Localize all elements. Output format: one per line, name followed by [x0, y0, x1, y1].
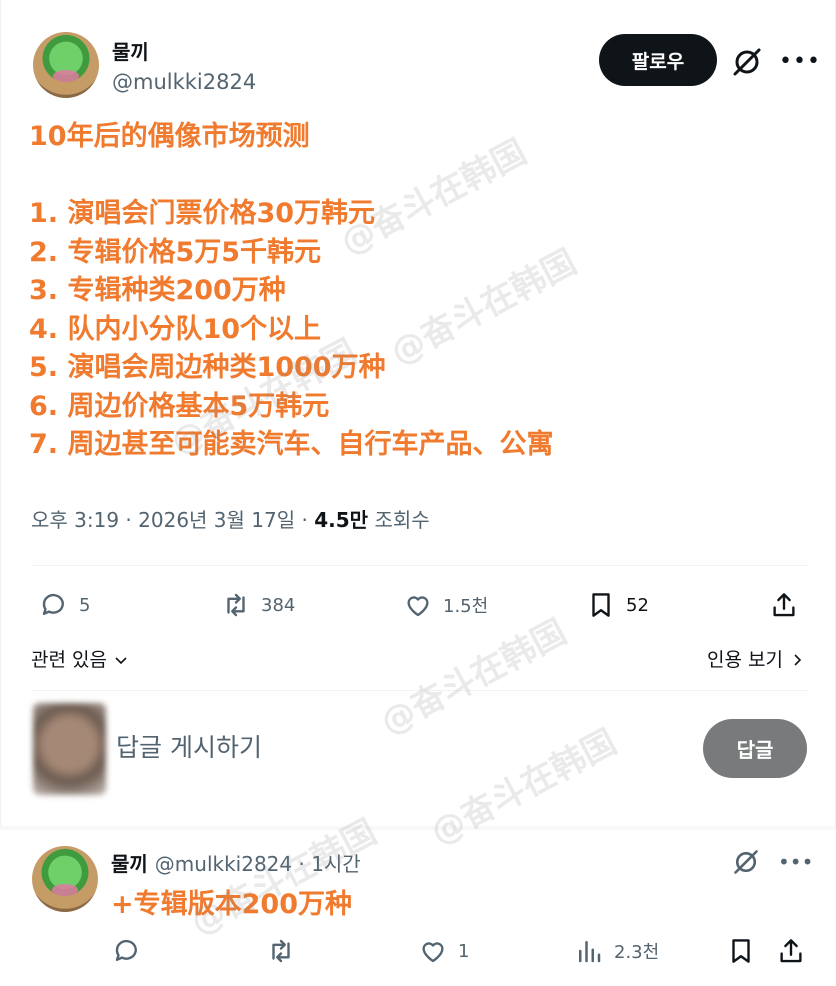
- like-icon: [422, 942, 444, 963]
- reply-button[interactable]: 답글: [703, 719, 807, 778]
- divider: [31, 565, 809, 566]
- author-name[interactable]: 물끼: [112, 36, 149, 65]
- author-avatar[interactable]: [32, 846, 98, 912]
- like-icon: [407, 596, 429, 617]
- bookmark-count: 52: [626, 594, 649, 616]
- thread-share-action[interactable]: [776, 936, 806, 966]
- post-meta: 오후 3:19 · 2026년 3월 17일 · 4.5만 조회수: [31, 508, 430, 532]
- thread-reply-action[interactable]: [112, 936, 142, 966]
- thread-views-action[interactable]: 2.3천: [574, 936, 659, 966]
- post-item: 5. 演唱会周边种类1000万种: [29, 352, 386, 383]
- post-item: 7. 周边甚至可能卖汽车、自行车产品、公寓: [29, 429, 554, 460]
- repost-action[interactable]: 384: [221, 590, 295, 620]
- post-title: 10年后的偶像市场预测: [29, 121, 310, 152]
- chevron-right-icon: [794, 654, 802, 666]
- views-count: 4.5만: [314, 508, 369, 532]
- share-action[interactable]: [769, 590, 799, 620]
- thread-views-count: 2.3천: [614, 942, 660, 963]
- post-text: 10年后的偶像市场预测 1. 演唱会门票价格30万韩元 2. 专辑价格5万5千韩…: [29, 118, 809, 465]
- post-item: 2. 专辑价格5万5千韩元: [29, 236, 322, 268]
- thread-like-count: 1: [458, 940, 470, 962]
- bookmark-action[interactable]: 52: [586, 590, 649, 620]
- more-icon[interactable]: •••: [778, 848, 813, 876]
- thread-like-action[interactable]: 1: [418, 936, 469, 966]
- grok-icon[interactable]: [731, 46, 763, 78]
- view-quotes-link[interactable]: 인용 보기: [707, 645, 805, 672]
- chevron-down-icon: [115, 657, 127, 665]
- post-item: 4. 队内小分队10个以上: [29, 313, 322, 345]
- reply-count: 5: [79, 594, 91, 616]
- post-item: 1. 演唱会门票价格30万韩元: [29, 198, 376, 229]
- follow-button[interactable]: 팔로우: [599, 34, 717, 86]
- share-icon: [773, 593, 795, 617]
- views-label: 조회수: [374, 508, 430, 532]
- more-icon[interactable]: •••: [779, 48, 820, 76]
- thread-author[interactable]: 물끼 @mulkki2824 · 1시간: [111, 848, 361, 877]
- share-icon: [780, 939, 802, 963]
- grok-icon[interactable]: [732, 848, 760, 876]
- author-handle[interactable]: @mulkki2824: [112, 70, 256, 94]
- reply-action[interactable]: 5: [39, 590, 90, 620]
- divider: [31, 690, 809, 691]
- quotes-label: 인용 보기: [706, 649, 783, 671]
- like-count: 1.5천: [443, 596, 489, 617]
- repost-icon: [227, 593, 245, 617]
- thread-author-name: 물끼: [111, 852, 148, 876]
- thread-repost-action[interactable]: [266, 936, 296, 966]
- bookmark-icon: [592, 593, 610, 617]
- thread-bookmark-action[interactable]: [726, 936, 756, 966]
- reply-input[interactable]: 답글 게시하기: [116, 728, 262, 764]
- views-icon: [579, 941, 601, 963]
- post-date[interactable]: 2026년 3월 17일: [138, 508, 295, 532]
- reply-icon: [115, 939, 137, 961]
- post-time[interactable]: 오후 3:19: [31, 508, 119, 532]
- repost-icon: [272, 939, 290, 963]
- reply-icon: [42, 593, 64, 615]
- my-avatar[interactable]: [33, 703, 106, 795]
- post-item: 3. 专辑种类200万种: [29, 275, 286, 306]
- bookmark-icon: [732, 939, 750, 963]
- like-action[interactable]: 1.5천: [403, 590, 488, 620]
- thread-handle-time: @mulkki2824 · 1시간: [154, 852, 361, 876]
- thread-text: +专辑版本200万种: [111, 889, 352, 920]
- separator: [0, 826, 836, 830]
- repost-count: 384: [261, 594, 296, 616]
- related-label: 관련 있음: [31, 649, 107, 671]
- author-avatar[interactable]: [33, 32, 99, 98]
- post-item: 6. 周边价格基本5万韩元: [29, 390, 330, 422]
- post-card: 물끼 @mulkki2824 팔로우 ••• 10年后的偶像市场预测 1. 演唱…: [0, 0, 836, 826]
- related-dropdown[interactable]: 관련 있음: [31, 645, 129, 672]
